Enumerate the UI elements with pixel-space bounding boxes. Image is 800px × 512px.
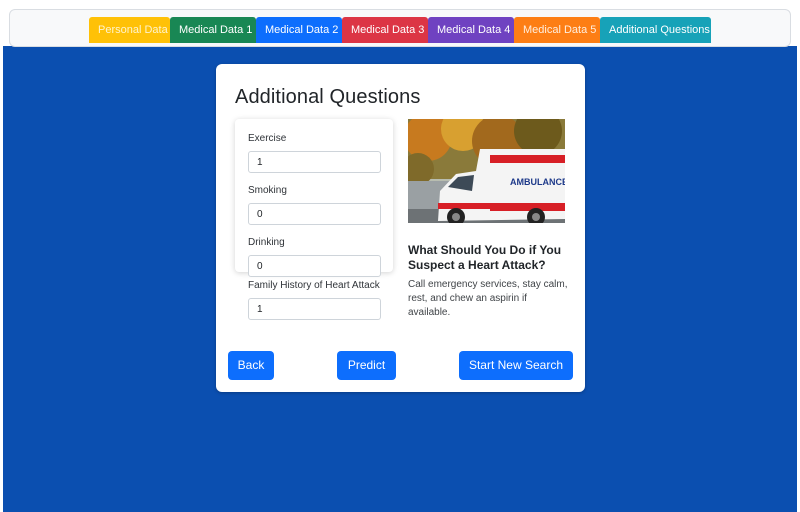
tab-medical-data-5[interactable]: Medical Data 5 — [514, 17, 600, 43]
tab-personal-data[interactable]: Personal Data — [89, 17, 170, 43]
questions-card: Additional Questions Exercise Smoking Dr… — [216, 64, 585, 392]
drinking-input[interactable] — [248, 255, 381, 277]
tab-medical-data-3[interactable]: Medical Data 3 — [342, 17, 428, 43]
start-new-search-button[interactable]: Start New Search — [459, 351, 573, 380]
ambulance-label: AMBULANCE — [510, 177, 565, 187]
tab-medical-data-1[interactable]: Medical Data 1 — [170, 17, 256, 43]
heart-attack-heading: What Should You Do if You Suspect a Hear… — [408, 243, 562, 272]
back-button[interactable]: Back — [228, 351, 274, 380]
tab-medical-data-2[interactable]: Medical Data 2 — [256, 17, 342, 43]
smoking-input[interactable] — [248, 203, 381, 225]
ambulance-image: AMBULANCE — [408, 119, 565, 223]
smoking-label: Smoking — [248, 185, 287, 196]
tab-medical-data-4[interactable]: Medical Data 4 — [428, 17, 514, 43]
family-history-label: Family History of Heart Attack — [248, 280, 380, 291]
tab-additional-questions[interactable]: Additional Questions — [600, 17, 711, 43]
drinking-label: Drinking — [248, 237, 285, 248]
predict-button[interactable]: Predict — [337, 351, 396, 380]
exercise-label: Exercise — [248, 133, 287, 144]
page-title: Additional Questions — [235, 86, 421, 108]
exercise-input[interactable] — [248, 151, 381, 173]
tab-strip: Personal Data Medical Data 1 Medical Dat… — [89, 17, 711, 43]
heart-attack-advice: Call emergency services, stay calm, rest… — [408, 279, 568, 318]
family-history-input[interactable] — [248, 298, 381, 320]
